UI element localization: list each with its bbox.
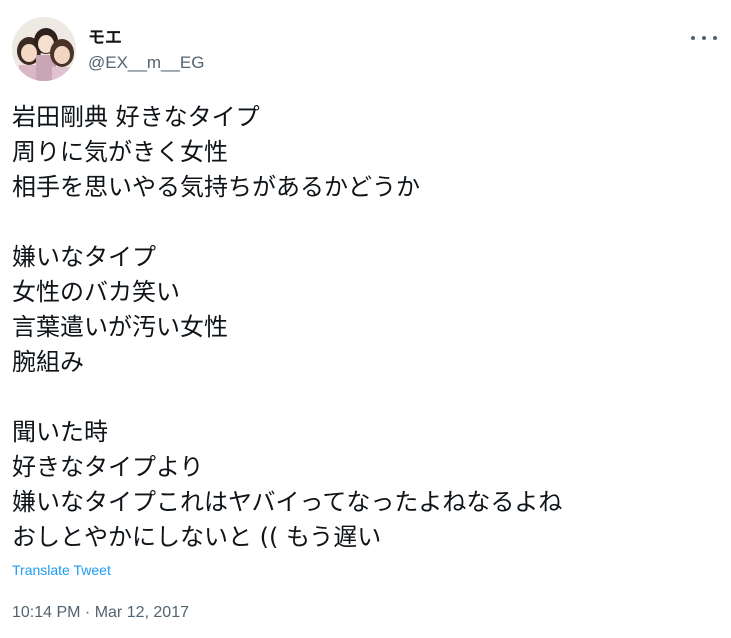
more-dot <box>702 36 706 40</box>
tweet-line: 聞いた時 <box>12 418 108 446</box>
tweet-line: 嫌いなタイプ <box>12 243 156 271</box>
user-handle[interactable]: @EX__m__EG <box>88 53 204 73</box>
tweet-card: モエ @EX__m__EG 岩田剛典 好きなタイプ 周りに気がきく女性 相手を思… <box>0 0 731 638</box>
avatar-photo <box>12 17 76 81</box>
more-horizontal-icon <box>691 36 695 40</box>
tweet-line: 周りに気がきく女性 <box>12 138 228 166</box>
tweet-line: 腕組み <box>12 348 84 376</box>
more-options-button[interactable] <box>691 30 717 46</box>
tweet-line: 相手を思いやる気持ちがあるかどうか <box>12 173 420 201</box>
display-name[interactable]: モエ <box>88 28 122 48</box>
tweet-line: 女性のバカ笑い <box>12 278 180 306</box>
tweet-line: 嫌いなタイプこれはヤバイってなったよねなるよね <box>12 488 563 516</box>
tweet-text: 岩田剛典 好きなタイプ 周りに気がきく女性 相手を思いやる気持ちがあるかどうか … <box>12 100 712 555</box>
tweet-line: 言葉遣いが汚い女性 <box>12 313 228 341</box>
tweet-line: 岩田剛典 好きなタイプ <box>12 103 260 131</box>
tweet-line: おしとやかにしないと (( もう遅い <box>12 523 382 551</box>
translate-tweet-link[interactable]: Translate Tweet <box>12 561 111 579</box>
avatar[interactable] <box>12 17 76 81</box>
tweet-line: 好きなタイプより <box>12 453 204 481</box>
tweet-timestamp[interactable]: 10:14 PM · Mar 12, 2017 <box>12 603 189 623</box>
more-dot <box>713 36 717 40</box>
